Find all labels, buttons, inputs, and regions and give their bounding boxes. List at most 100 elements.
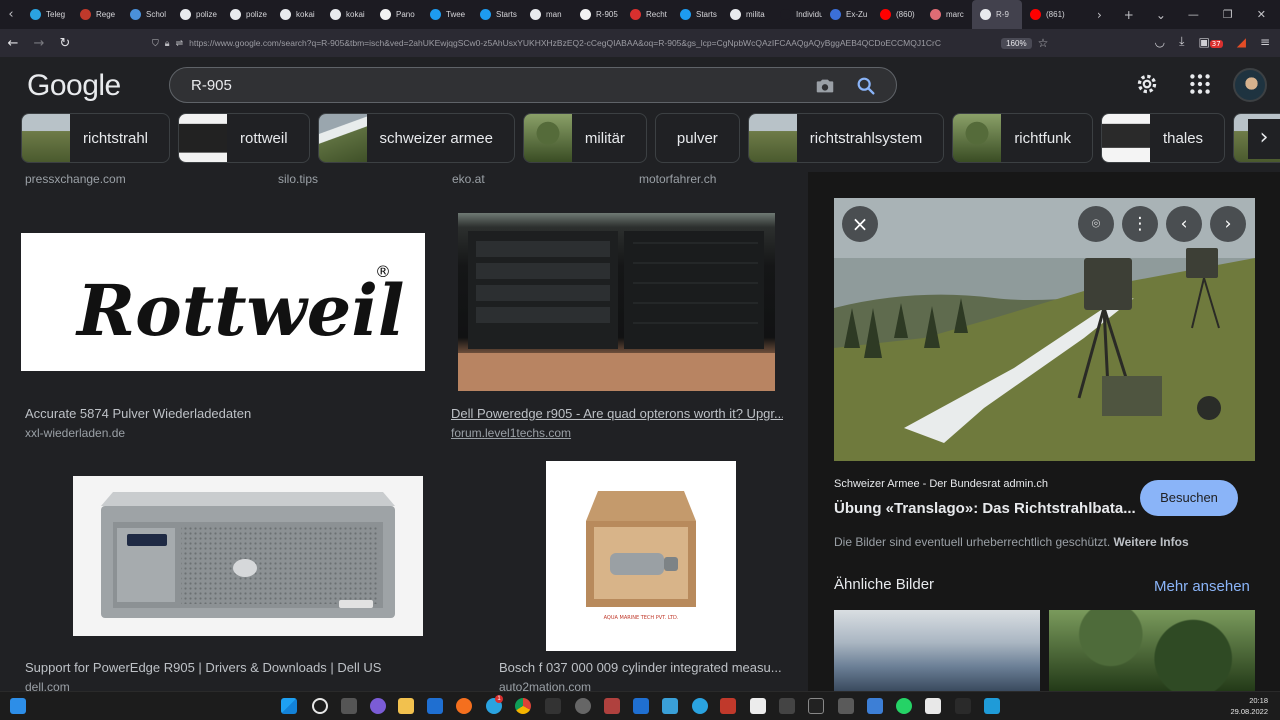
browser-tab[interactable]: polize [172,0,222,29]
browser-tab[interactable]: kokai [322,0,372,29]
camera-icon[interactable] [814,75,836,97]
snipping-tool-icon[interactable] [925,698,941,714]
browser-tab[interactable]: R-905 [572,0,622,29]
close-preview-icon[interactable]: × [842,206,878,242]
chip-richtfunk[interactable]: richtfunk [952,113,1094,163]
chip-rottweil[interactable]: rottweil [178,113,310,163]
downloads-icon[interactable]: ⤓ [1179,34,1184,49]
chip-schweizer-armee[interactable]: schweizer armee [317,113,515,163]
pocket-icon[interactable]: ◡ [1155,35,1165,49]
result-source[interactable]: eko.at [452,172,485,186]
result-source[interactable]: motorfahrer.ch [639,172,716,186]
result-source[interactable]: silo.tips [278,172,318,186]
result-title[interactable]: Support for PowerEdge R905 | Drivers & D… [25,660,405,675]
search-query[interactable]: R-905 [191,77,232,94]
chip-pulver[interactable]: pulver [654,113,740,163]
lock-icon[interactable]: 🔒︎ [165,38,170,49]
browser-tab[interactable]: milita [722,0,772,29]
chip-thales[interactable]: thales [1101,113,1226,163]
preview-source[interactable]: Schweizer Armee - Der Bundesrat admin.ch [834,478,1048,490]
apps-grid-icon[interactable] [1187,71,1213,97]
mail-icon[interactable] [662,698,678,714]
back-button[interactable]: ← [0,36,26,51]
result-image-rottweil[interactable]: Rottweil ® [21,233,425,371]
result-title[interactable]: Bosch f 037 000 009 cylinder integrated … [499,660,789,675]
restore-icon[interactable]: ❐ [1223,8,1233,21]
app-icon[interactable] [575,698,591,714]
browser-tab[interactable]: marc [922,0,972,29]
defender-icon[interactable] [427,698,443,714]
chrome-icon[interactable] [515,698,531,714]
windows-widgets-icon[interactable] [10,698,26,714]
result-domain[interactable]: dell.com [25,680,70,691]
browser-tab[interactable]: kokai [272,0,322,29]
shield-icon[interactable]: ⛉ [152,38,159,49]
chips-next-arrow-icon[interactable]: › [1248,119,1280,159]
tabs-scroll-right-icon[interactable]: › [1097,8,1102,22]
chip-richtstrahlsystem[interactable]: richtstrahlsystem [747,113,945,163]
browser-tab[interactable]: Starts [672,0,722,29]
telegram-icon[interactable] [692,698,708,714]
browser-tab[interactable]: Starts [472,0,522,29]
extension-icon[interactable]: ▣ 37 [1198,35,1223,49]
close-window-icon[interactable]: ✕ [1257,8,1266,21]
browser-tab[interactable]: (860) [872,0,922,29]
result-source[interactable]: pressxchange.com [25,172,126,186]
whatsapp-icon[interactable] [896,698,912,714]
preview-title[interactable]: Übung «Translago»: Das Richtstrahlbata..… [834,500,1136,517]
app-icon[interactable] [545,698,561,714]
chip-militär[interactable]: militär [522,113,647,163]
firefox-icon[interactable] [456,698,472,714]
address-bar[interactable]: ⛉ 🔒︎ ⇌ https://www.google.com/search?q=R… [152,32,1080,54]
chip-richtstrahl[interactable]: richtstrahl [21,113,171,163]
browser-tab[interactable]: Teleg [22,0,72,29]
see-more-link[interactable]: Mehr ansehen [1154,578,1250,595]
powershell-icon[interactable] [633,698,649,714]
result-image-bosch-cylinder[interactable]: AQUA MARINE TECH PVT. LTD. [546,461,736,651]
system-clock[interactable]: 20:18 29.08.2022 [1230,695,1268,717]
browser-tab[interactable]: Ex-Zu [822,0,872,29]
terminal-icon[interactable] [808,698,824,714]
result-domain[interactable]: forum.level1techs.com [451,426,571,440]
result-image-dell-chassis[interactable] [73,476,423,636]
list-tabs-icon[interactable]: ⌄ [1156,8,1166,22]
browser-tab[interactable]: Schol [122,0,172,29]
browser-tab[interactable]: Individue [772,0,822,29]
permissions-icon[interactable]: ⇌ [176,38,184,49]
url-text[interactable]: https://www.google.com/search?q=R-905&tb… [189,38,995,48]
result-image-poweredge[interactable] [458,213,775,391]
search-input[interactable]: R-905 [169,67,897,103]
app-icon[interactable] [604,698,620,714]
previous-image-icon[interactable]: ‹ [1166,206,1202,242]
forward-button[interactable]: → [26,36,52,51]
browser-tab[interactable]: Pano [372,0,422,29]
account-avatar[interactable] [1233,68,1267,102]
search-icon[interactable] [855,75,877,97]
next-image-icon[interactable]: › [1210,206,1246,242]
app-icon[interactable] [779,698,795,714]
more-options-icon[interactable]: ⋮ [1122,206,1158,242]
minimize-icon[interactable]: — [1188,8,1199,21]
windows-start-icon[interactable] [281,698,297,714]
tabs-scroll-left-icon[interactable]: ‹ [0,7,22,22]
gear-icon[interactable] [1134,71,1160,97]
app-icon[interactable] [955,698,971,714]
bookmark-star-icon[interactable]: ☆ [1038,36,1049,50]
addon-icon[interactable]: ◢ [1237,35,1246,49]
similar-image[interactable] [1049,610,1255,691]
google-logo[interactable]: Google [27,69,121,103]
visit-button[interactable]: Besuchen [1140,480,1238,516]
app-icon[interactable] [984,698,1000,714]
reload-button[interactable]: ↻ [52,36,78,51]
app-icon[interactable] [750,698,766,714]
browser-tab[interactable]: Twee [422,0,472,29]
more-info-link[interactable]: Weitere Infos [1114,535,1189,549]
result-title[interactable]: Accurate 5874 Pulver Wiederladedaten [25,406,415,421]
browser-tab[interactable]: Rege [72,0,122,29]
result-title[interactable]: Dell Poweredge r905 - Are quad opterons … [451,406,783,421]
app-icon[interactable] [720,698,736,714]
zoom-level[interactable]: 160% [1001,37,1032,49]
task-view-icon[interactable] [341,698,357,714]
result-domain[interactable]: auto2mation.com [499,680,591,691]
menu-icon[interactable]: ≡ [1260,35,1270,49]
